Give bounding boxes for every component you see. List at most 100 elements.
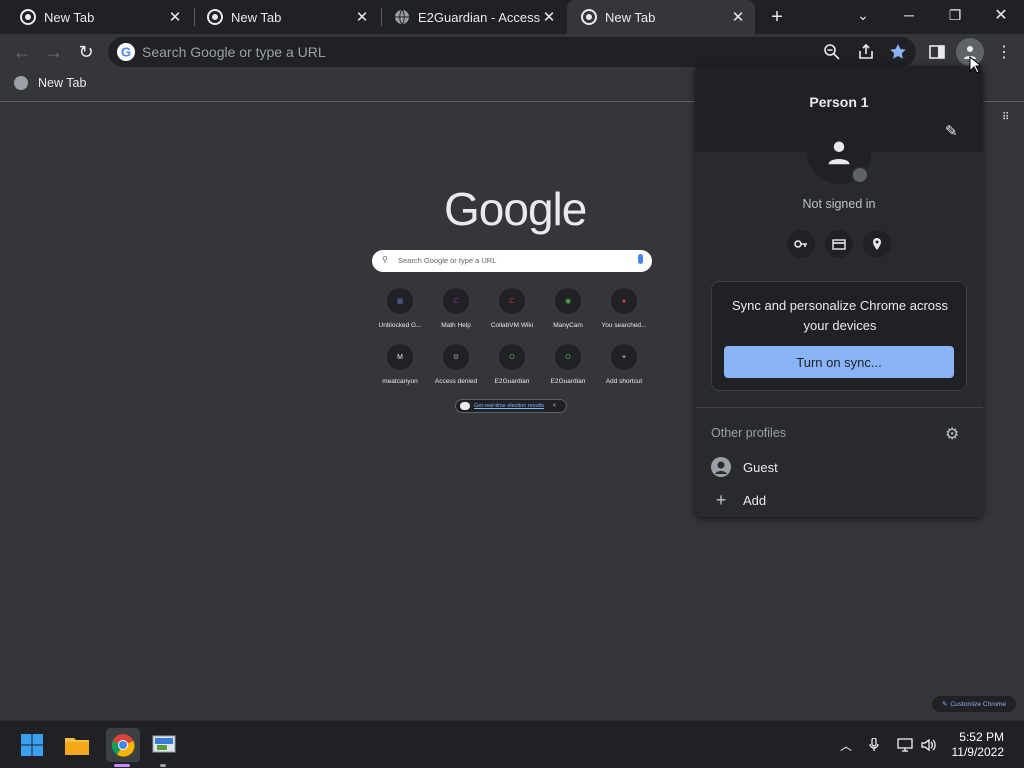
close-tab-icon[interactable]: ✕ (729, 8, 747, 26)
edit-pencil-icon[interactable]: ✎ (945, 122, 958, 140)
google-g-icon: G (117, 43, 135, 61)
shortcut-tile[interactable]: O E2Guardian (484, 344, 540, 385)
globe-icon (14, 76, 28, 90)
reload-icon[interactable]: ↻ (72, 38, 100, 66)
back-icon[interactable]: ← (8, 38, 36, 66)
shortcut-tile[interactable]: + Add shortcut (596, 344, 652, 385)
other-profiles-label: Other profiles (711, 426, 787, 440)
shortcut-tile[interactable]: ▦ Unblocked G... (372, 288, 428, 329)
plus-icon: + (715, 490, 727, 510)
shortcut-favicon-icon: ◉ (555, 288, 581, 314)
guest-profile-item[interactable]: Guest (711, 457, 778, 477)
shortcut-tile[interactable]: C Math Help (428, 288, 484, 329)
clock-time: 5:52 PM (959, 730, 1004, 744)
shortcut-tile[interactable]: ⚙ Access denied (428, 344, 484, 385)
omnibox[interactable]: G Search Google or type a URL (108, 37, 916, 67)
zoom-icon[interactable] (822, 42, 842, 62)
forward-icon[interactable]: → (40, 38, 68, 66)
shortcut-favicon-icon: O (555, 344, 581, 370)
turn-on-sync-button[interactable]: Turn on sync... (724, 346, 954, 378)
tab-title: New Tab (44, 9, 95, 25)
shortcut-favicon-icon: ▦ (387, 288, 413, 314)
system-clock[interactable]: 5:52 PM 11/9/2022 (952, 730, 1005, 760)
sync-promo-card: Sync and personalize Chrome across your … (711, 281, 967, 391)
passwords-key-icon[interactable] (787, 230, 815, 258)
promo-chip[interactable]: Get real-time election results ✕ (455, 399, 567, 413)
volume-icon[interactable] (921, 737, 937, 753)
file-explorer-icon[interactable] (63, 731, 91, 759)
close-tab-icon[interactable]: ✕ (166, 8, 184, 26)
restore-icon[interactable]: ❐ (932, 0, 978, 30)
profile-name: Person 1 (809, 94, 869, 110)
new-tab-button[interactable]: + (762, 2, 792, 32)
guest-icon (711, 457, 731, 477)
chrome-taskbar-icon[interactable] (106, 728, 140, 762)
shortcut-tile[interactable]: O E2Guardian (540, 344, 596, 385)
tab-title: E2Guardian - Access De (418, 9, 540, 25)
shortcut-favicon-icon: + (611, 344, 637, 370)
tab-title: New Tab (231, 9, 282, 25)
tab-1[interactable]: New Tab ✕ (6, 0, 192, 34)
chrome-icon (207, 9, 223, 25)
apps-grid-icon[interactable]: ⠿ (1002, 112, 1009, 123)
shortcut-tile[interactable]: ◉ ManyCam (540, 288, 596, 329)
customize-label: Customize Chrome (950, 700, 1007, 708)
shortcut-label: Add shortcut (605, 378, 643, 385)
chevron-up-icon[interactable]: ︿ (838, 737, 854, 753)
network-icon[interactable] (897, 737, 913, 753)
close-tab-icon[interactable]: ✕ (540, 8, 558, 26)
profile-menu: Person 1 ✎ Not signed in Sync and person… (695, 66, 983, 517)
window-close-icon[interactable]: ✕ (978, 0, 1024, 30)
tab-title: New Tab (605, 9, 656, 25)
bookmark-label: New Tab (38, 76, 87, 90)
payment-card-icon[interactable] (825, 230, 853, 258)
add-profile-item[interactable]: + Add (711, 490, 766, 511)
clock-date: 11/9/2022 (951, 745, 1005, 759)
sync-paused-icon (851, 166, 869, 184)
running-app-indicator (160, 764, 166, 767)
microphone-icon[interactable] (638, 254, 643, 264)
shortcut-favicon-icon: C (499, 288, 525, 314)
promo-close-icon[interactable]: ✕ (552, 403, 557, 409)
customize-chrome-button[interactable]: ✎ Customize Chrome (932, 696, 1016, 712)
chrome-icon (20, 9, 36, 25)
gear-icon[interactable]: ⚙ (945, 424, 959, 444)
shortcut-label: You searched... (601, 322, 647, 329)
pencil-icon: ✎ (941, 701, 948, 708)
remote-app-icon[interactable] (150, 731, 178, 759)
shortcut-label: ManyCam (553, 322, 583, 329)
bookmark-item[interactable]: New Tab (14, 76, 86, 90)
bookmark-star-icon[interactable] (888, 42, 908, 62)
google-logo: Google (444, 183, 587, 235)
add-label: Add (743, 493, 767, 508)
microphone-icon[interactable] (866, 737, 882, 753)
shortcut-label: Math Help (441, 322, 471, 329)
search-icon: ⚲ (382, 255, 388, 264)
share-icon[interactable] (856, 42, 876, 62)
promo-icon (460, 402, 470, 410)
tab-2[interactable]: New Tab ✕ (193, 0, 379, 34)
side-panel-icon[interactable] (928, 43, 946, 61)
person-icon (828, 141, 850, 165)
shortcut-tile[interactable]: Mmeatcanyon (372, 344, 428, 385)
tab-4[interactable]: New Tab ✕ (567, 0, 755, 34)
shortcut-favicon-icon: ⚙ (443, 344, 469, 370)
divider (695, 407, 983, 408)
shortcut-label: E2Guardian (494, 378, 530, 385)
minimize-icon[interactable]: ─ (886, 0, 932, 30)
start-windows-icon[interactable] (18, 731, 46, 759)
shortcut-tile[interactable]: C CollabVM Wiki (484, 288, 540, 329)
tab-3[interactable]: E2Guardian - Access De ✕ (380, 0, 566, 34)
promo-text: Get real-time election results (474, 403, 544, 409)
globe-icon (395, 9, 409, 25)
ntp-search-box[interactable]: ⚲ Search Google or type a URL (372, 250, 652, 272)
location-pin-icon[interactable] (863, 230, 891, 258)
shortcut-label: E2Guardian (550, 378, 586, 385)
shortcut-favicon-icon: ● (611, 288, 637, 314)
shortcut-tile[interactable]: ● You searched... (596, 288, 652, 329)
tab-search-icon[interactable]: ⌄ (840, 0, 886, 30)
menu-icon[interactable]: ⋮ (990, 38, 1018, 66)
sync-description: Sync and personalize Chrome across your … (731, 298, 949, 333)
shortcut-label: Unblocked G... (378, 322, 422, 329)
close-tab-icon[interactable]: ✕ (353, 8, 371, 26)
